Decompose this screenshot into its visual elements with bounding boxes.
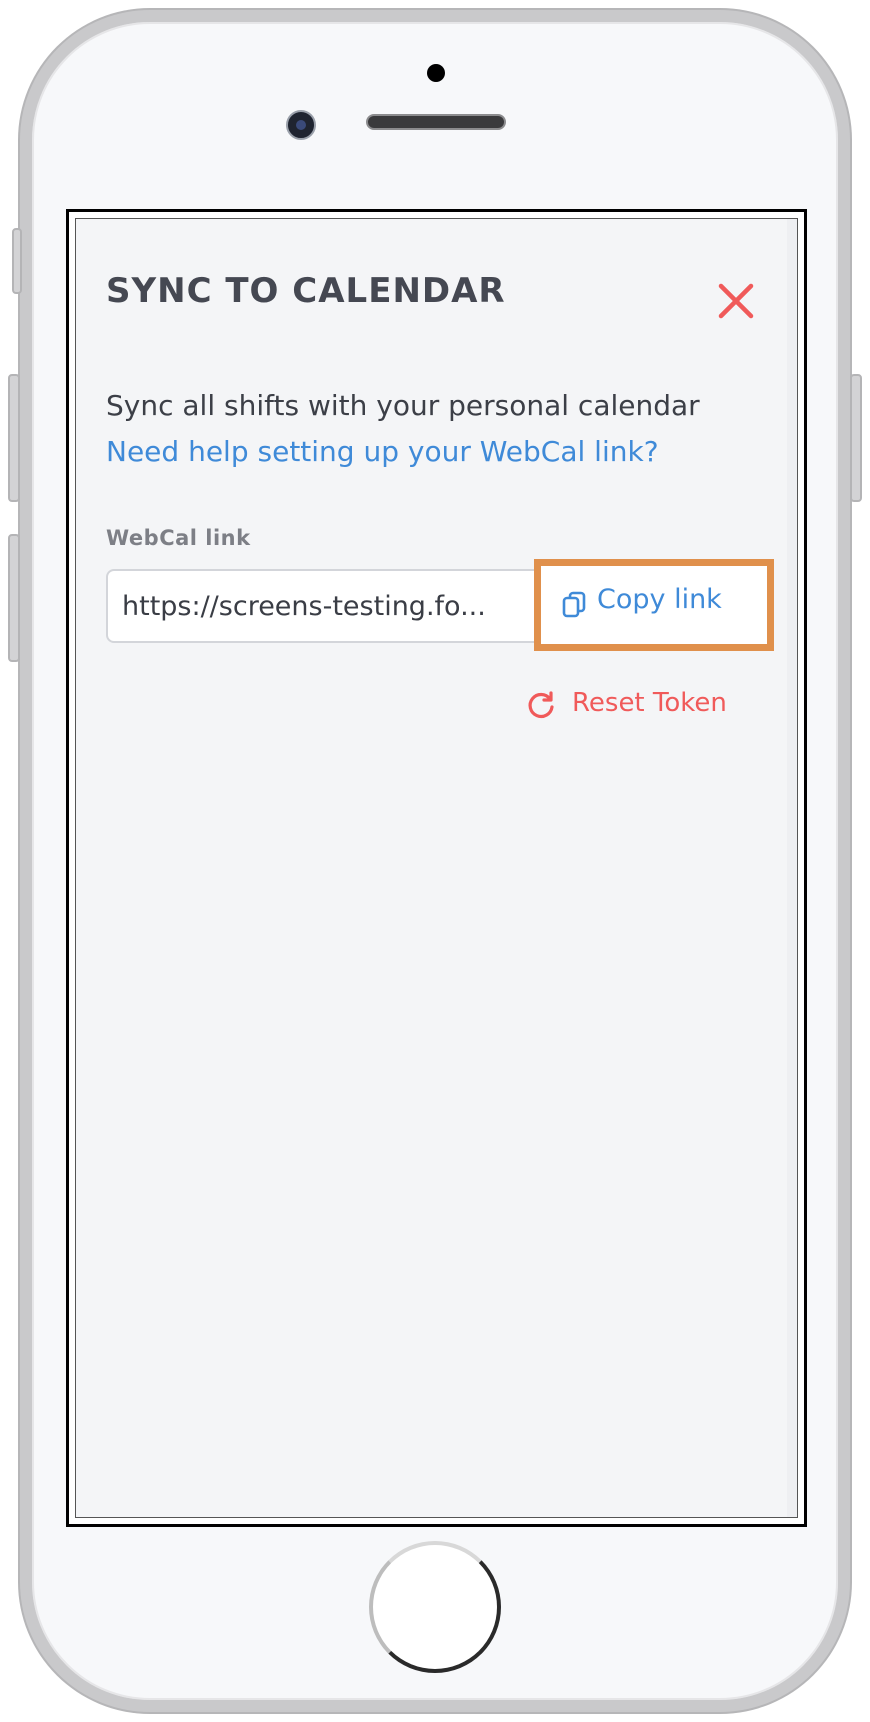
sync-calendar-modal: SYNC TO CALENDAR Sync all shifts with yo… (75, 218, 798, 1518)
phone-silent-switch (12, 228, 22, 294)
phone-volume-down-button (8, 534, 20, 662)
modal-title: SYNC TO CALENDAR (106, 271, 506, 311)
phone-screen: SYNC TO CALENDAR Sync all shifts with yo… (66, 209, 807, 1527)
close-icon (718, 283, 754, 319)
reset-token-label: Reset Token (572, 688, 727, 718)
proximity-sensor (427, 64, 445, 82)
webcal-link-input[interactable] (122, 571, 530, 641)
modal-edge (787, 219, 797, 1517)
sync-description: Sync all shifts with your personal calen… (106, 389, 700, 422)
home-button[interactable] (369, 1541, 501, 1673)
refresh-icon (528, 691, 554, 719)
close-button[interactable] (716, 281, 756, 321)
webcal-field-label: WebCal link (106, 526, 251, 550)
webcal-help-link[interactable]: Need help setting up your WebCal link? (106, 435, 659, 468)
phone-power-button (850, 374, 862, 502)
copy-icon (562, 591, 586, 618)
copy-link-label: Copy link (597, 584, 722, 615)
front-camera (286, 110, 316, 140)
earpiece-speaker (366, 114, 506, 130)
copy-link-button[interactable]: Copy link (534, 559, 774, 651)
phone-volume-up-button (8, 374, 20, 502)
